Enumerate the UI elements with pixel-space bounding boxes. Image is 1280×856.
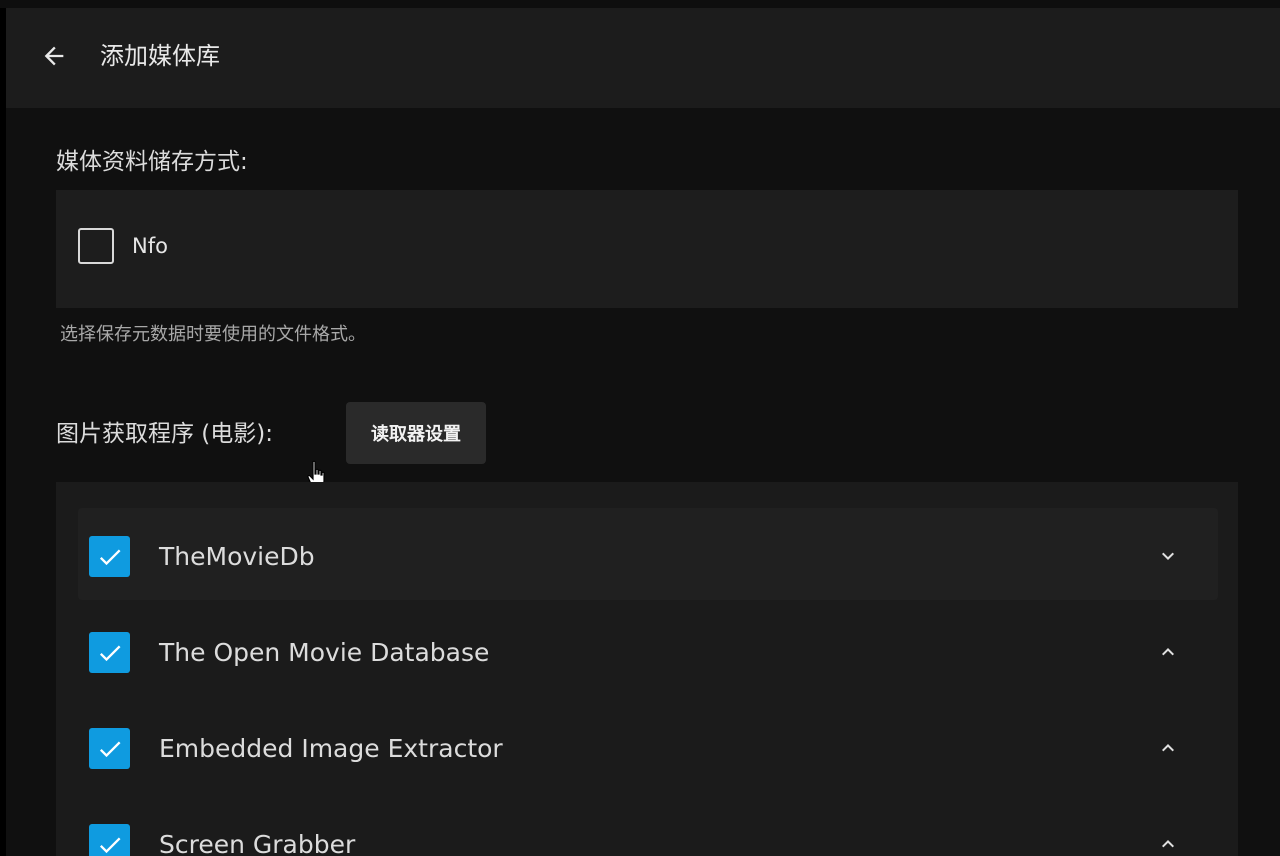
chevron-up-icon <box>1162 840 1174 848</box>
fetcher-name: TheMovieDb <box>159 542 315 571</box>
checkmark-icon <box>99 645 120 661</box>
metadata-savers-list: Nfo <box>56 190 1238 308</box>
checkmark-icon <box>99 741 120 757</box>
nfo-checkbox[interactable] <box>78 228 114 264</box>
omdb-checkbox[interactable] <box>89 632 130 673</box>
fetcher-settings-button[interactable]: 读取器设置 <box>346 402 486 464</box>
fetcher-row-the-open-movie-database[interactable]: The Open Movie Database <box>78 604 1218 696</box>
metadata-savers-label: 媒体资料储存方式: <box>56 149 248 175</box>
add-library-dialog: 添加媒体库 媒体资料储存方式: Nfo 选择保存元数据时要使用的文件格式。 图片… <box>6 8 1280 856</box>
fetcher-row-embedded-image-extractor[interactable]: Embedded Image Extractor <box>78 700 1218 792</box>
move-up-button[interactable] <box>1148 728 1188 768</box>
app-header: 添加媒体库 <box>6 8 1280 108</box>
image-fetchers-label: 图片获取程序 (电影): <box>56 421 274 447</box>
fetcher-name: Embedded Image Extractor <box>159 734 503 763</box>
chevron-down-icon <box>1162 552 1174 560</box>
move-up-button[interactable] <box>1148 632 1188 672</box>
fetcher-name: Screen Grabber <box>159 830 356 856</box>
fetcher-row-themoviedb[interactable]: TheMovieDb <box>78 508 1218 600</box>
arrow-left-icon <box>44 46 64 66</box>
checkmark-icon <box>99 549 120 565</box>
expand-button[interactable] <box>1148 536 1188 576</box>
metadata-savers-help-text: 选择保存元数据时要使用的文件格式。 <box>60 324 366 345</box>
chevron-up-icon <box>1162 744 1174 752</box>
back-button[interactable] <box>32 34 76 78</box>
app-screen: 添加媒体库 媒体资料储存方式: Nfo 选择保存元数据时要使用的文件格式。 图片… <box>0 0 1280 856</box>
fetcher-name: The Open Movie Database <box>159 638 490 667</box>
checkmark-icon <box>99 837 120 853</box>
top-window-strip <box>0 0 1280 8</box>
move-up-button[interactable] <box>1148 824 1188 856</box>
chevron-up-icon <box>1162 648 1174 656</box>
screen-grabber-checkbox[interactable] <box>89 824 130 856</box>
image-fetchers-list: TheMovieDb The Open Movie Database Embed… <box>56 482 1238 856</box>
page-title: 添加媒体库 <box>100 42 220 70</box>
embedded-image-extractor-checkbox[interactable] <box>89 728 130 769</box>
themoviedb-checkbox[interactable] <box>89 536 130 577</box>
fetcher-row-screen-grabber[interactable]: Screen Grabber <box>78 796 1218 856</box>
nfo-checkbox-label[interactable]: Nfo <box>132 231 168 261</box>
